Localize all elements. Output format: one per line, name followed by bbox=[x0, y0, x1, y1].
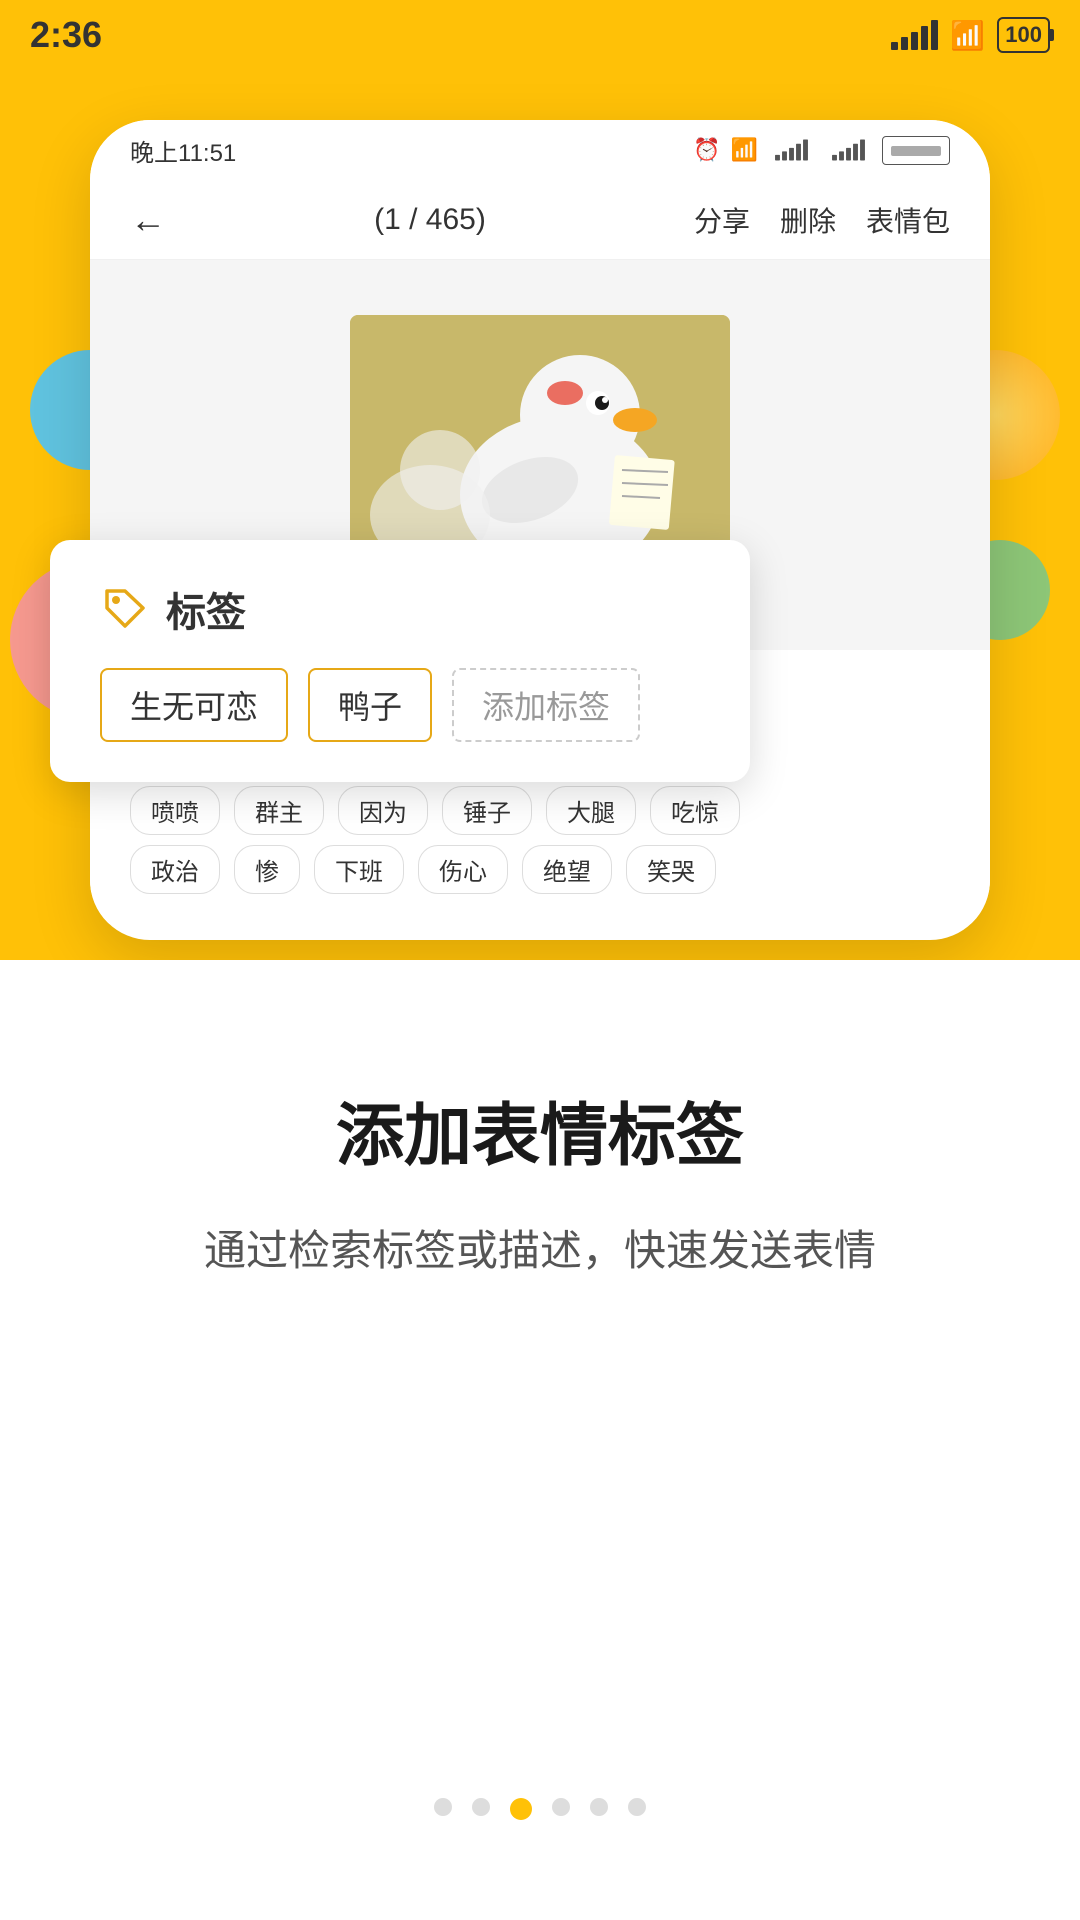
phone-mockup: 晚上11:51 ⏰ 📶 ← (1 / bbox=[90, 120, 990, 940]
back-button[interactable]: ← bbox=[130, 199, 166, 241]
popup-tag-add[interactable]: 添加标签 bbox=[452, 668, 640, 742]
opt-tag-10[interactable]: 伤心 bbox=[418, 845, 508, 894]
optional-tags-row1[interactable]: 喷喷 群主 因为 锤子 大腿 吃惊 bbox=[130, 786, 950, 835]
opt-tag-9[interactable]: 下班 bbox=[314, 845, 404, 894]
tag-popup-title: 标签 bbox=[166, 580, 246, 638]
opt-tag-6[interactable]: 吃惊 bbox=[650, 786, 740, 835]
popup-tag-1[interactable]: 生无可恋 bbox=[100, 668, 288, 742]
sub-title: 通过检索标签或描述，快速发送表情 bbox=[204, 1219, 876, 1282]
sticker-button[interactable]: 表情包 bbox=[866, 200, 950, 240]
opt-tag-8[interactable]: 惨 bbox=[234, 845, 300, 894]
white-section: 添加表情标签 通过检索标签或描述，快速发送表情 bbox=[0, 960, 1080, 1920]
pagination[interactable] bbox=[0, 1798, 1080, 1820]
opt-tag-12[interactable]: 笑哭 bbox=[626, 845, 716, 894]
status-time: 2:36 bbox=[30, 14, 102, 56]
popup-tag-2[interactable]: 鸭子 bbox=[308, 668, 432, 742]
optional-tags-row2[interactable]: 政治 惨 下班 伤心 绝望 笑哭 bbox=[130, 845, 950, 894]
opt-tag-5[interactable]: 大腿 bbox=[546, 786, 636, 835]
phone-time: 晚上11:51 bbox=[130, 133, 236, 168]
phone-navbar[interactable]: ← (1 / 465) 分享 删除 表情包 bbox=[90, 180, 990, 260]
phone-status-icons: ⏰ 📶 bbox=[693, 135, 950, 165]
opt-tag-11[interactable]: 绝望 bbox=[522, 845, 612, 894]
tag-popup-header: 标签 bbox=[100, 580, 700, 638]
phone-battery-icon bbox=[882, 136, 950, 165]
signal-icon bbox=[891, 20, 938, 50]
battery-icon: 100 bbox=[997, 17, 1050, 53]
opt-tag-2[interactable]: 群主 bbox=[234, 786, 324, 835]
nav-title: (1 / 465) bbox=[186, 203, 674, 237]
status-bar: 2:36 📶 100 bbox=[0, 0, 1080, 70]
dot-2[interactable] bbox=[472, 1798, 490, 1816]
tag-icon-svg bbox=[102, 586, 148, 632]
phone-signal-icon bbox=[775, 140, 808, 161]
dot-6[interactable] bbox=[628, 1798, 646, 1816]
delete-button[interactable]: 删除 bbox=[780, 200, 836, 240]
opt-tag-4[interactable]: 锤子 bbox=[442, 786, 532, 835]
tag-icon-large bbox=[100, 584, 150, 634]
wifi-icon: 📶 bbox=[950, 19, 985, 52]
dot-5[interactable] bbox=[590, 1798, 608, 1816]
share-button[interactable]: 分享 bbox=[694, 200, 750, 240]
dot-3-active[interactable] bbox=[510, 1798, 532, 1820]
tag-popup-card: 标签 生无可恋 鸭子 添加标签 bbox=[50, 540, 750, 782]
nav-actions: 分享 删除 表情包 bbox=[694, 200, 950, 240]
opt-tag-3[interactable]: 因为 bbox=[338, 786, 428, 835]
dot-1[interactable] bbox=[434, 1798, 452, 1816]
opt-tag-1[interactable]: 喷喷 bbox=[130, 786, 220, 835]
dot-4[interactable] bbox=[552, 1798, 570, 1816]
phone-signal2-icon bbox=[832, 140, 865, 161]
main-title: 添加表情标签 bbox=[336, 1080, 744, 1179]
alarm-icon: ⏰ bbox=[693, 137, 720, 163]
opt-tag-7[interactable]: 政治 bbox=[130, 845, 220, 894]
status-icons: 📶 100 bbox=[891, 17, 1050, 53]
tag-popup-list[interactable]: 生无可恋 鸭子 添加标签 bbox=[100, 668, 700, 742]
phone-status-bar: 晚上11:51 ⏰ 📶 bbox=[90, 120, 990, 180]
phone-wifi-icon: 📶 bbox=[731, 137, 758, 163]
